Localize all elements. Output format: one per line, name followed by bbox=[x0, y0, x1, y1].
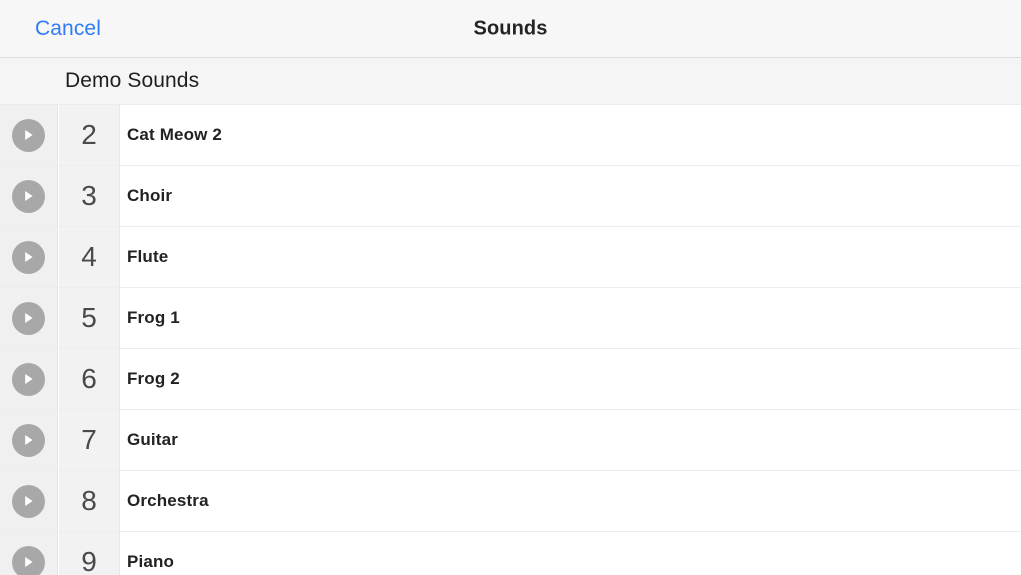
sound-name: Flute bbox=[127, 247, 169, 266]
play-button[interactable] bbox=[0, 410, 58, 470]
sound-row[interactable]: 7 Guitar bbox=[0, 410, 1021, 471]
sound-number: 6 bbox=[59, 349, 120, 409]
play-icon bbox=[12, 240, 45, 274]
play-icon bbox=[12, 179, 45, 213]
sound-name: Piano bbox=[127, 552, 175, 571]
section-header-label: Demo Sounds bbox=[65, 69, 200, 92]
play-button[interactable] bbox=[0, 105, 58, 165]
play-icon bbox=[12, 301, 45, 335]
sound-number: 3 bbox=[59, 166, 120, 226]
play-button[interactable] bbox=[0, 349, 58, 409]
play-icon bbox=[12, 484, 45, 518]
sound-name: Cat Meow 2 bbox=[127, 125, 223, 144]
play-button[interactable] bbox=[0, 471, 58, 531]
sound-number: 5 bbox=[59, 288, 120, 348]
play-button[interactable] bbox=[0, 166, 58, 226]
page-title: Sounds bbox=[473, 17, 548, 39]
play-button[interactable] bbox=[0, 532, 58, 575]
sound-number: 8 bbox=[59, 471, 120, 531]
play-icon bbox=[12, 545, 45, 575]
sound-row[interactable]: 4 Flute bbox=[0, 227, 1021, 288]
sound-name: Frog 2 bbox=[127, 369, 180, 388]
sounds-picker-screen: Cancel Sounds Demo Sounds 2 Cat Meow 2 3 Ch… bbox=[0, 0, 1021, 575]
section-header: Demo Sounds bbox=[0, 58, 1021, 105]
play-icon bbox=[12, 118, 45, 152]
play-button[interactable] bbox=[0, 227, 58, 287]
sound-row[interactable]: 8 Orchestra bbox=[0, 471, 1021, 532]
play-icon bbox=[12, 362, 45, 396]
sound-row[interactable]: 2 Cat Meow 2 bbox=[0, 105, 1021, 166]
sound-number: 4 bbox=[59, 227, 120, 287]
sound-row[interactable]: 9 Piano bbox=[0, 532, 1021, 575]
sound-name: Choir bbox=[127, 186, 173, 205]
sound-name: Frog 1 bbox=[127, 308, 180, 327]
sound-name: Orchestra bbox=[127, 491, 209, 510]
sound-number: 7 bbox=[59, 410, 120, 470]
sound-number: 9 bbox=[59, 532, 120, 575]
sound-list: 2 Cat Meow 2 3 Choir 4 Flute 5 Frog 1 6 Frog 2 7 Gu… bbox=[0, 105, 1021, 575]
sound-name: Guitar bbox=[127, 430, 178, 449]
sound-row[interactable]: 5 Frog 1 bbox=[0, 288, 1021, 349]
play-button[interactable] bbox=[0, 288, 58, 348]
play-icon bbox=[12, 423, 45, 457]
navigation-bar: Cancel Sounds bbox=[0, 0, 1021, 58]
sound-row[interactable]: 3 Choir bbox=[0, 166, 1021, 227]
sound-number: 2 bbox=[59, 105, 120, 165]
sound-row[interactable]: 6 Frog 2 bbox=[0, 349, 1021, 410]
